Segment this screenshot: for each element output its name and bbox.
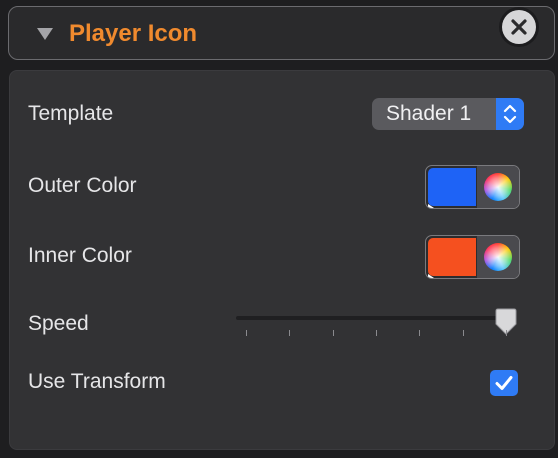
inner-color-label: Inner Color [28, 244, 132, 267]
swatch-corner-marker [428, 204, 434, 208]
up-down-chevrons-icon[interactable] [496, 98, 524, 130]
inner-color-swatch[interactable] [428, 238, 476, 276]
slider-tick [332, 330, 334, 336]
template-select-value: Shader 1 [386, 102, 472, 125]
section-header[interactable]: Player Icon [8, 6, 555, 60]
swatch-corner-marker [428, 274, 434, 278]
slider-tick [462, 330, 464, 336]
disclosure-triangle-icon[interactable] [37, 28, 53, 40]
speed-label: Speed [28, 312, 89, 335]
color-wheel-icon [484, 243, 512, 271]
slider-track[interactable] [236, 316, 506, 320]
outer-color-well[interactable] [425, 165, 520, 209]
slider-tick [376, 330, 377, 336]
slider-tick [246, 330, 247, 336]
slider-tick [289, 330, 291, 336]
color-wheel-icon [484, 173, 512, 201]
use-transform-label: Use Transform [28, 370, 166, 393]
template-label: Template [28, 102, 114, 125]
outer-color-label: Outer Color [28, 174, 137, 197]
template-select[interactable]: Shader 1 [372, 98, 524, 130]
speed-slider[interactable] [236, 308, 520, 344]
checkmark-icon [495, 376, 513, 390]
close-button[interactable] [502, 10, 536, 44]
use-transform-checkbox[interactable] [490, 370, 518, 396]
slider-tick [506, 330, 507, 336]
inner-color-well[interactable] [425, 235, 520, 279]
outer-color-swatch[interactable] [428, 168, 476, 206]
inner-color-picker-button[interactable] [477, 236, 519, 278]
section-title: Player Icon [69, 20, 198, 47]
slider-tick [419, 330, 421, 336]
close-icon [511, 19, 527, 35]
outer-color-picker-button[interactable] [477, 166, 519, 208]
